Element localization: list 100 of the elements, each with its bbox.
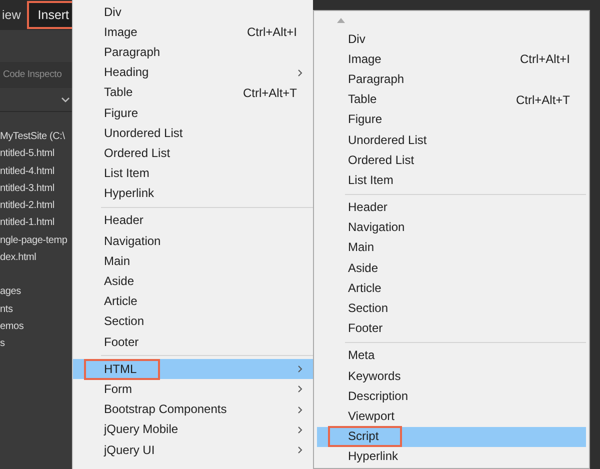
menu-item[interactable]: jQuery UI — [73, 440, 313, 460]
menu-item-label: Script — [328, 426, 402, 448]
menu-item-label: Article — [348, 280, 382, 297]
menu-item-label: Article — [104, 293, 138, 310]
menu-item-label: Image — [348, 50, 382, 68]
menu-item[interactable]: Hyperlink — [73, 184, 313, 204]
menu-item[interactable]: Table Ctrl+Alt+T — [73, 82, 313, 103]
menu-item[interactable]: Keywords — [317, 366, 586, 386]
menu-item[interactable]: List Item — [73, 164, 313, 184]
menu-item-label: Hyperlink — [104, 185, 154, 202]
asset-item[interactable]: ages — [0, 283, 72, 301]
menu-item-label: Unordered List — [104, 124, 183, 142]
menu-item-label: Viewport — [348, 408, 394, 425]
menu-item[interactable]: Article — [317, 278, 586, 298]
menu-item-label: Section — [104, 313, 144, 330]
menu-item-label: Navigation — [104, 232, 161, 250]
menu-item[interactable]: Meta — [317, 346, 586, 366]
menu-item-label: Navigation — [348, 219, 405, 236]
menu-item-label: Aside — [104, 273, 134, 290]
menu-item[interactable]: Div — [317, 29, 586, 50]
menu-item[interactable]: HTML — [73, 359, 313, 380]
menu-item-label: jQuery Mobile — [104, 421, 178, 438]
menu-item[interactable]: Navigation — [73, 231, 313, 252]
file-item[interactable]: dex.html — [0, 249, 72, 266]
menu-item[interactable]: Footer — [317, 318, 586, 339]
menu-item[interactable]: Table Ctrl+Alt+T — [317, 90, 586, 110]
file-item[interactable]: ntitled-1.html — [0, 214, 72, 232]
menu-item[interactable]: Viewport — [317, 406, 586, 427]
menu-item-label: Table — [348, 91, 377, 108]
menu-item[interactable]: Ordered List — [317, 150, 586, 170]
menu-item[interactable]: Navigation — [317, 218, 586, 238]
menu-item[interactable]: Unordered List — [73, 123, 313, 144]
menu-item[interactable]: Div — [73, 2, 313, 22]
menu-item[interactable]: jQuery Mobile — [73, 420, 313, 440]
menu-item[interactable]: Figure — [317, 110, 586, 130]
file-item[interactable]: ntitled-2.html — [0, 197, 72, 214]
menu-item-label: List Item — [348, 172, 394, 189]
menu-item[interactable]: Article — [73, 292, 313, 312]
menu-item[interactable]: Script — [317, 426, 586, 447]
menu-item-label: Header — [348, 199, 388, 216]
menu-item-label: Div — [348, 30, 366, 48]
menu-item[interactable]: List Item — [317, 170, 586, 190]
menu-item[interactable]: Main — [73, 251, 313, 272]
menu-item-label: Table — [104, 84, 133, 102]
shortcut-label: Ctrl+Alt+I — [246, 24, 298, 42]
file-item[interactable]: ntitled-3.html — [0, 180, 72, 198]
menu-item-label: Ordered List — [104, 144, 170, 162]
shortcut-label: Ctrl+Alt+I — [520, 51, 571, 68]
file-item[interactable]: ntitled-5.html — [0, 145, 72, 163]
menu-item[interactable]: Image Ctrl+Alt+I — [73, 22, 313, 42]
menu-item-label: Heading — [104, 64, 149, 82]
menu-item-label: List Item — [104, 165, 150, 182]
file-item[interactable]: ntitled-4.html — [0, 162, 72, 180]
menu-item-label: Meta — [348, 347, 375, 364]
menu-item[interactable]: Main — [317, 238, 586, 258]
asset-item[interactable]: emos — [0, 318, 72, 336]
menu-item-label: Div — [104, 4, 122, 21]
menu-item[interactable]: Header — [73, 210, 313, 232]
menu-item-label: jQuery UI — [104, 442, 155, 459]
menu-item-label: Figure — [104, 104, 138, 122]
menu-item[interactable]: Section — [317, 298, 586, 319]
menu-item[interactable]: Header — [317, 198, 586, 218]
menu-item-label: Keywords — [348, 368, 401, 385]
file-item[interactable]: MyTestSite (C:\ — [0, 128, 72, 146]
menu-item-label: Aside — [348, 260, 378, 277]
menu-item[interactable]: Hyperlink — [317, 446, 586, 467]
menu-item[interactable]: Unordered List — [317, 130, 586, 150]
menu-bar-item[interactable]: iew — [0, 2, 23, 28]
menu-item[interactable]: Aside — [317, 258, 586, 278]
menu-item-label: Paragraph — [348, 70, 404, 88]
shortcut-label: Ctrl+Alt+T — [516, 92, 571, 109]
menu-item-label: Footer — [104, 334, 139, 351]
file-item[interactable]: ngle-page-temp — [0, 232, 72, 250]
menu-item[interactable]: Form — [73, 379, 313, 400]
menu-bar-item[interactable]: Insert — [26, 0, 72, 30]
asset-item[interactable]: nts — [0, 300, 72, 318]
menu-item-label: Footer — [348, 320, 383, 338]
menu-item[interactable]: Description — [317, 386, 586, 406]
menu-item[interactable]: Figure — [73, 102, 313, 124]
menu-item[interactable]: Ordered List — [73, 143, 313, 164]
menu-item[interactable]: Footer — [73, 332, 313, 352]
menu-item-label: HTML — [84, 358, 160, 380]
menu-item-label: Ordered List — [348, 152, 414, 169]
menu-item[interactable]: Paragraph — [73, 42, 313, 63]
menu-item[interactable]: Image Ctrl+Alt+I — [317, 49, 586, 70]
chevron-down-icon[interactable] — [61, 96, 70, 102]
menu-item-label: Main — [104, 252, 130, 270]
menu-item-label: Header — [104, 212, 144, 230]
menu-item-label: Hyperlink — [348, 448, 398, 466]
menu-item-label: Description — [348, 388, 408, 405]
menu-item[interactable]: Aside — [73, 271, 313, 292]
menu-item-label: Paragraph — [104, 44, 160, 61]
asset-item[interactable]: s — [0, 335, 72, 353]
menu-item[interactable]: Paragraph — [317, 69, 586, 90]
menu-item[interactable]: Section — [73, 312, 313, 332]
menu-item-label: Form — [104, 380, 132, 398]
menu-item[interactable]: Bootstrap Components — [73, 400, 313, 420]
menu-item-label: Section — [348, 300, 388, 318]
menu-item-label: Main — [348, 239, 374, 256]
menu-item[interactable]: Heading — [73, 62, 313, 83]
